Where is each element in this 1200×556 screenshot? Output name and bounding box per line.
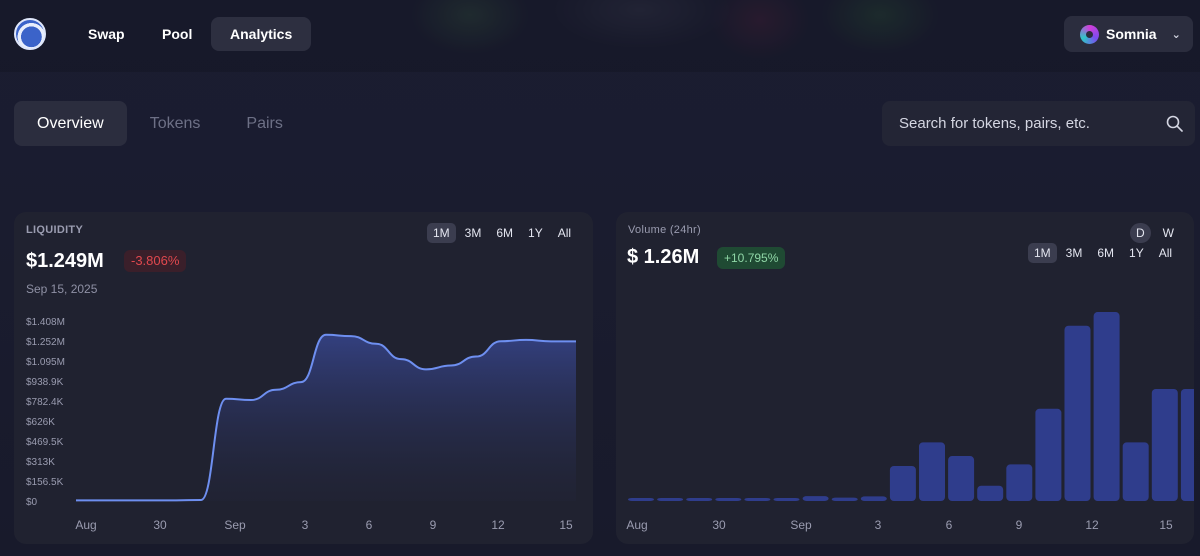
volume-chart: Aug 30 Sep 3 6 9 12 15 <box>626 312 1194 532</box>
volume-bar[interactable] <box>1006 464 1033 501</box>
liquidity-y-tick: $1.095M <box>26 357 65 368</box>
liquidity-card: LIQUIDITY $1.249M -3.806% Sep 15, 2025 1… <box>14 212 593 544</box>
liquidity-x-tick: 12 <box>491 518 505 532</box>
search-input[interactable] <box>899 115 1154 132</box>
volume-bar[interactable] <box>1064 325 1091 501</box>
volume-bar[interactable] <box>889 465 916 501</box>
volume-bar[interactable] <box>860 496 887 501</box>
nav-analytics[interactable]: Analytics <box>211 17 312 51</box>
volume-x-tick: 9 <box>1016 518 1023 532</box>
search-icon[interactable] <box>1166 115 1183 132</box>
liquidity-x-tick: Sep <box>224 518 246 532</box>
volume-bar[interactable] <box>1151 389 1178 501</box>
volume-bar[interactable] <box>1122 442 1149 501</box>
liquidity-y-tick: $0 <box>26 497 38 508</box>
volume-x-tick: 12 <box>1085 518 1099 532</box>
volume-bar[interactable] <box>1035 408 1062 501</box>
tab-pairs[interactable]: Pairs <box>223 101 305 146</box>
liquidity-y-tick: $938.9K <box>26 377 64 388</box>
liquidity-x-tick: 3 <box>302 518 309 532</box>
volume-bar[interactable] <box>744 497 771 501</box>
liquidity-x-tick: 15 <box>559 518 573 532</box>
nav-pool[interactable]: Pool <box>143 17 211 51</box>
liquidity-x-tick: 9 <box>430 518 437 532</box>
liquidity-y-tick: $313K <box>26 457 55 468</box>
somnia-network-icon <box>1080 24 1099 44</box>
network-name: Somnia <box>1106 26 1157 42</box>
volume-bar[interactable] <box>977 485 1004 501</box>
volume-bar[interactable] <box>628 497 654 501</box>
liquidity-x-tick: 30 <box>153 518 167 532</box>
liquidity-x-tick: 6 <box>366 518 373 532</box>
app-logo[interactable] <box>14 18 46 50</box>
volume-bar[interactable] <box>657 497 684 501</box>
volume-x-tick: 3 <box>875 518 882 532</box>
volume-bar[interactable] <box>686 497 713 501</box>
volume-bar[interactable] <box>802 496 829 501</box>
volume-bar[interactable] <box>1093 312 1120 501</box>
liquidity-y-tick: $626K <box>26 417 55 428</box>
analytics-tabs: Overview Tokens Pairs <box>14 101 306 146</box>
volume-bar[interactable] <box>1180 389 1194 501</box>
top-navigation: Swap Pool Analytics Somnia ⌄ <box>0 0 1200 72</box>
volume-bar[interactable] <box>948 456 975 501</box>
volume-bar[interactable] <box>773 497 800 501</box>
nav-swap[interactable]: Swap <box>69 17 144 51</box>
volume-card: Volume (24hr) $ 1.26M +10.795% D W 1M 3M… <box>616 212 1194 544</box>
tab-tokens[interactable]: Tokens <box>127 101 224 146</box>
liquidity-chart: $0 $156.5K $313K $469.5K $626K $782.4K $938.9K… <box>26 317 576 532</box>
volume-x-tick: 6 <box>946 518 953 532</box>
search-bar <box>882 101 1195 146</box>
liquidity-y-tick: $1.408M <box>26 317 65 328</box>
liquidity-area <box>76 334 576 501</box>
volume-x-tick: 15 <box>1159 518 1173 532</box>
volume-x-tick: 30 <box>712 518 726 532</box>
tab-overview[interactable]: Overview <box>14 101 127 146</box>
volume-x-tick: Aug <box>626 518 647 532</box>
network-selector[interactable]: Somnia ⌄ <box>1064 16 1193 52</box>
chevron-down-icon: ⌄ <box>1171 28 1181 41</box>
volume-bar[interactable] <box>919 442 945 501</box>
liquidity-y-tick: $1.252M <box>26 337 65 348</box>
liquidity-x-tick: Aug <box>75 518 96 532</box>
liquidity-y-tick: $156.5K <box>26 477 64 488</box>
volume-x-tick: Sep <box>790 518 812 532</box>
volume-bar[interactable] <box>715 497 742 501</box>
liquidity-y-tick: $782.4K <box>26 397 64 408</box>
volume-bar[interactable] <box>831 497 858 501</box>
liquidity-y-tick: $469.5K <box>26 437 64 448</box>
